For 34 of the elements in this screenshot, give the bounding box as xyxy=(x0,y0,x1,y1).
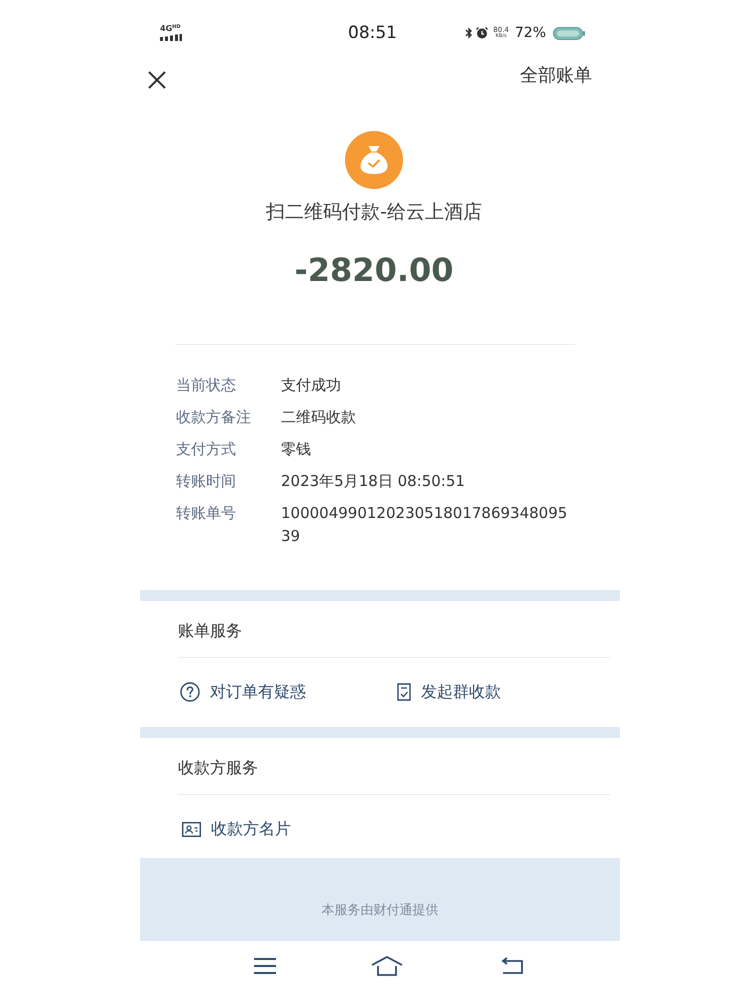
detail-value: 零钱 xyxy=(281,438,311,460)
back-icon[interactable] xyxy=(500,957,524,975)
battery-percent: 72% xyxy=(514,25,546,41)
section-title: 收款方服务 xyxy=(178,757,258,779)
payment-title: 扫二维码付款-给云上酒店 xyxy=(266,200,482,225)
checklist-icon xyxy=(397,683,411,701)
status-time: 08:51 xyxy=(348,23,397,43)
detail-value: 2023年5月18日 08:50:51 xyxy=(281,470,465,492)
detail-value: 支付成功 xyxy=(281,374,341,396)
money-bag-icon xyxy=(345,131,403,189)
detail-value: 10000499012023051801786934809539 xyxy=(281,502,568,546)
battery-icon xyxy=(553,26,585,40)
section-title: 账单服务 xyxy=(178,620,242,642)
detail-label: 支付方式 xyxy=(176,438,236,460)
order-question-link[interactable]: 对订单有疑惑 xyxy=(178,680,306,704)
all-bills-link[interactable]: 全部账单 xyxy=(520,64,592,88)
alarm-clock-icon xyxy=(476,27,488,39)
close-icon[interactable] xyxy=(148,71,166,89)
detail-label: 转账单号 xyxy=(176,502,236,524)
payment-amount: -2820.00 xyxy=(294,250,454,291)
group-collect-link[interactable]: 发起群收款 xyxy=(395,680,501,704)
question-mark-icon xyxy=(180,682,200,702)
bluetooth-icon xyxy=(465,27,474,39)
contact-card-icon xyxy=(182,822,201,836)
detail-value: 二维码收款 xyxy=(281,406,356,428)
signal-icon xyxy=(160,34,182,41)
detail-label: 收款方备注 xyxy=(176,406,251,428)
detail-label: 转账时间 xyxy=(176,470,236,492)
footer-note: 本服务由财付通提供 xyxy=(322,903,438,918)
detail-label: 当前状态 xyxy=(176,374,236,396)
home-icon[interactable] xyxy=(371,956,403,976)
network-label: 4G xyxy=(160,25,172,33)
payee-card-link[interactable]: 收款方名片 xyxy=(178,817,291,841)
menu-icon[interactable] xyxy=(253,957,277,975)
